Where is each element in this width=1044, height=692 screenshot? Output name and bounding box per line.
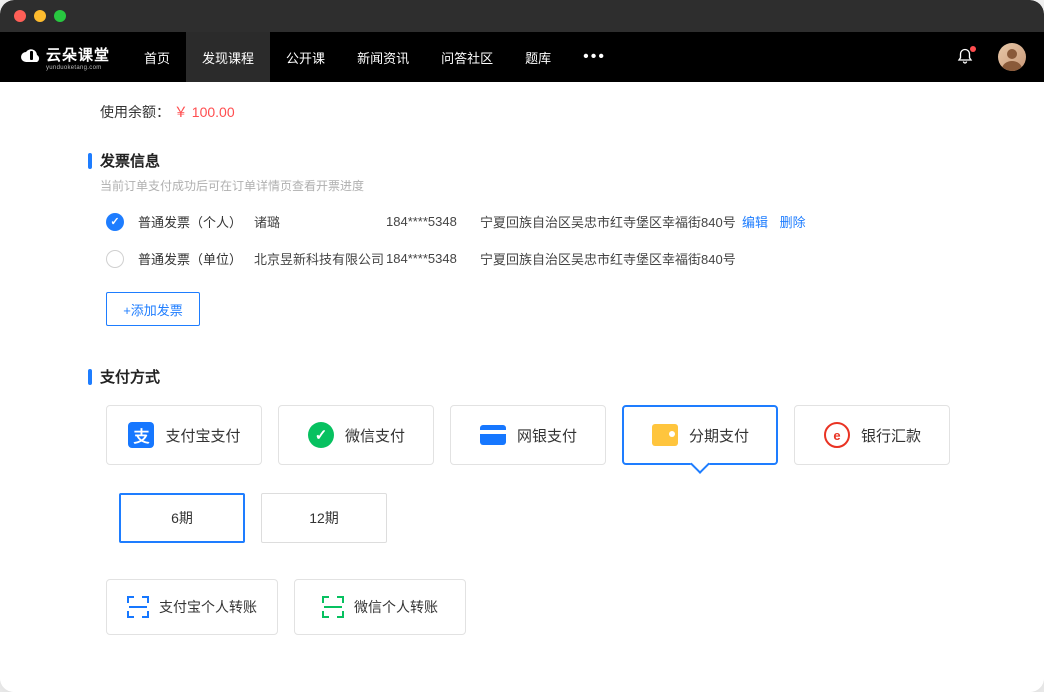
wallet-icon (651, 421, 679, 449)
invoice-name: 诸璐 (254, 212, 386, 231)
payment-section-title: 支付方式 (100, 366, 160, 387)
pay-method-wechat[interactable]: ✓ 微信支付 (278, 405, 434, 465)
user-avatar[interactable] (998, 43, 1026, 71)
nav-item-bank[interactable]: 题库 (509, 32, 567, 82)
window-maximize-button[interactable] (54, 10, 66, 22)
edit-link[interactable]: 编辑 (742, 215, 768, 230)
pay-method-alipay[interactable]: 支 支付宝支付 (106, 405, 262, 465)
pay-method-installment[interactable]: 分期支付 (622, 405, 778, 465)
invoice-row-company[interactable]: 普通发票（单位） 北京昱新科技有限公司 184****5348 宁夏回族自治区吴… (106, 249, 996, 268)
pay-label: 微信支付 (345, 425, 405, 446)
pay-label: 支付宝支付 (165, 425, 240, 446)
balance-amount: ￥ 100.00 (174, 104, 235, 120)
installment-periods: 6期 12期 (119, 493, 996, 543)
invoice-section-subtitle: 当前订单支付成功后可在订单详情页查看开票进度 (100, 177, 996, 194)
payment-methods: 支 支付宝支付 ✓ 微信支付 网银支付 分期支付 e 银行汇款 (106, 405, 996, 465)
brand-name: 云朵课堂 (46, 44, 110, 65)
pay-method-remit[interactable]: e 银行汇款 (794, 405, 950, 465)
invoice-phone: 184****5348 (386, 251, 480, 266)
payment-section-header: 支付方式 (88, 366, 996, 387)
window-close-button[interactable] (14, 10, 26, 22)
radio-checked-icon[interactable] (106, 213, 124, 231)
invoice-section-title: 发票信息 (100, 150, 160, 171)
brand-logo[interactable]: 云朵课堂 yunduoketang.com (18, 44, 110, 71)
nav-item-home[interactable]: 首页 (128, 32, 186, 82)
pay-label: 分期支付 (689, 425, 749, 446)
pay-label: 银行汇款 (861, 425, 921, 446)
wechat-icon: ✓ (307, 421, 335, 449)
nav-item-news[interactable]: 新闻资讯 (341, 32, 425, 82)
app-window: 云朵课堂 yunduoketang.com 首页 发现课程 公开课 新闻资讯 问… (0, 0, 1044, 692)
cloud-icon (18, 44, 44, 70)
nav-item-discover[interactable]: 发现课程 (186, 32, 270, 82)
delete-link[interactable]: 删除 (780, 215, 806, 230)
invoice-phone: 184****5348 (386, 214, 480, 229)
bank-card-icon (479, 421, 507, 449)
pay-label: 网银支付 (517, 425, 577, 446)
balance-row: 使用余额： ￥ 100.00 (100, 102, 944, 122)
transfer-wechat[interactable]: 微信个人转账 (294, 579, 466, 635)
top-nav: 云朵课堂 yunduoketang.com 首页 发现课程 公开课 新闻资讯 问… (0, 32, 1044, 82)
period-12[interactable]: 12期 (261, 493, 387, 543)
window-titlebar (0, 0, 1044, 32)
transfer-label: 支付宝个人转账 (159, 597, 257, 617)
invoice-row-personal[interactable]: 普通发票（个人） 诸璐 184****5348 宁夏回族自治区吴忠市红寺堡区幸福… (106, 212, 996, 231)
invoice-address: 宁夏回族自治区吴忠市红寺堡区幸福街840号 (480, 212, 742, 231)
add-invoice-button[interactable]: +添加发票 (106, 292, 200, 326)
invoice-type: 普通发票（个人） (138, 212, 254, 231)
main-content: 使用余额： ￥ 100.00 发票信息 当前订单支付成功后可在订单详情页查看开票… (0, 82, 1044, 692)
period-6[interactable]: 6期 (119, 493, 245, 543)
section-bar-icon (88, 369, 92, 385)
invoice-address: 宁夏回族自治区吴忠市红寺堡区幸福街840号 (480, 249, 742, 268)
window-minimize-button[interactable] (34, 10, 46, 22)
section-bar-icon (88, 153, 92, 169)
transfer-methods: 支付宝个人转账 微信个人转账 (106, 579, 996, 635)
transfer-alipay[interactable]: 支付宝个人转账 (106, 579, 278, 635)
pay-method-netbank[interactable]: 网银支付 (450, 405, 606, 465)
nav-more-button[interactable]: ••• (567, 32, 622, 82)
invoice-actions: 编辑 删除 (742, 212, 814, 231)
invoice-section-header: 发票信息 (88, 150, 996, 171)
nav-item-qa[interactable]: 问答社区 (425, 32, 509, 82)
notification-dot (970, 46, 976, 52)
transfer-label: 微信个人转账 (354, 597, 438, 617)
brand-sub: yunduoketang.com (46, 65, 110, 71)
nav-item-open-class[interactable]: 公开课 (270, 32, 341, 82)
radio-unchecked-icon[interactable] (106, 250, 124, 268)
scan-icon (127, 596, 149, 618)
invoice-type: 普通发票（单位） (138, 249, 254, 268)
notification-bell-icon[interactable] (956, 48, 974, 66)
scan-icon (322, 596, 344, 618)
invoice-name: 北京昱新科技有限公司 (254, 249, 386, 268)
balance-label: 使用余额： (100, 104, 170, 120)
remit-icon: e (823, 421, 851, 449)
alipay-icon: 支 (127, 421, 155, 449)
